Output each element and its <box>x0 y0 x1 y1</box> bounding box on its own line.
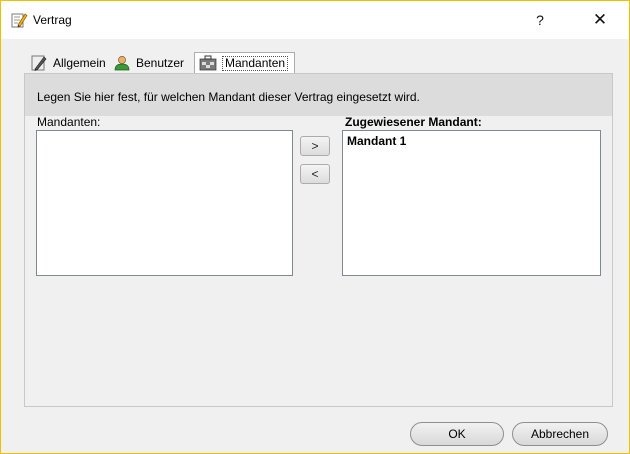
dialog-window: Vertrag ? ✕ Allgemein Benutzer Mandanten… <box>0 0 630 454</box>
mandanten-panel: Legen Sie hier fest, für welchen Mandant… <box>24 73 613 407</box>
move-right-button[interactable]: > <box>300 136 330 156</box>
available-mandanten-list[interactable] <box>36 130 293 276</box>
help-button[interactable]: ? <box>530 11 550 29</box>
contract-pen-icon <box>11 13 28 28</box>
clients-icon <box>199 55 217 71</box>
tab-mandanten-label: Mandanten <box>222 55 289 71</box>
close-button[interactable]: ✕ <box>590 11 610 29</box>
ok-button[interactable]: OK <box>410 422 504 446</box>
assigned-list-label: Zugewiesener Mandant: <box>345 115 482 129</box>
move-left-button[interactable]: < <box>300 164 330 184</box>
user-icon <box>114 56 130 71</box>
window-title: Vertrag <box>33 13 72 27</box>
tab-benutzer[interactable]: Benutzer <box>113 53 184 73</box>
available-list-label: Mandanten: <box>37 115 101 129</box>
title-bar: Vertrag ? ✕ <box>1 1 629 39</box>
list-item[interactable]: Mandant 1 <box>343 131 600 151</box>
tab-allgemein[interactable]: Allgemein <box>30 53 106 73</box>
tab-mandanten[interactable]: Mandanten <box>194 52 296 73</box>
pen-icon <box>31 55 47 71</box>
assigned-mandanten-list[interactable]: Mandant 1 <box>342 130 601 276</box>
hint-text: Legen Sie hier fest, für welchen Mandant… <box>37 90 420 104</box>
tab-allgemein-label: Allgemein <box>53 56 106 70</box>
cancel-button[interactable]: Abbrechen <box>512 422 608 446</box>
tab-benutzer-label: Benutzer <box>136 56 185 70</box>
